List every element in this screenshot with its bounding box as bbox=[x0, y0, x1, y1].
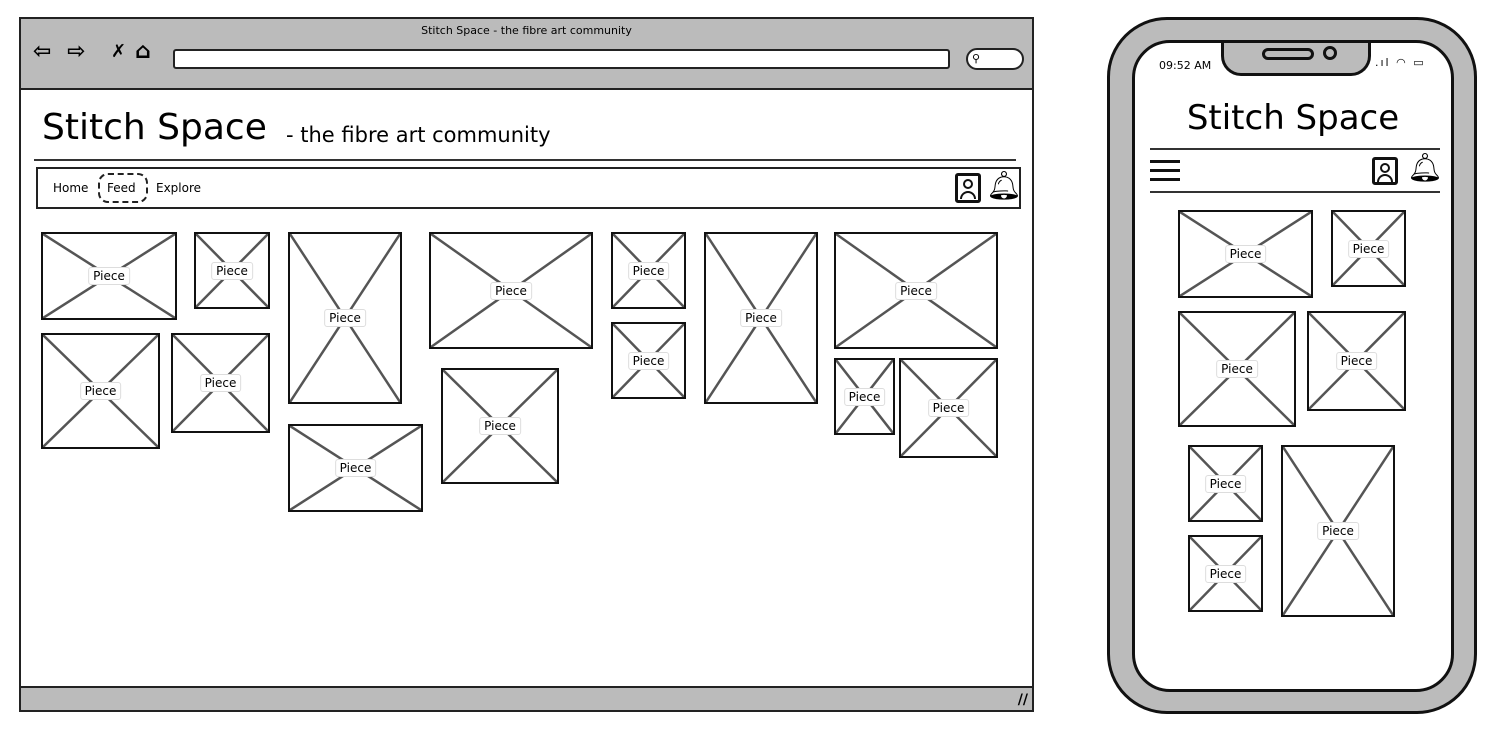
tile-label: Piece bbox=[199, 374, 242, 392]
tile-label: Piece bbox=[843, 387, 886, 406]
bell-icon[interactable]: 🔔︎ bbox=[986, 169, 1022, 203]
tile-label: Piece bbox=[1347, 239, 1390, 258]
tile-label: Piece bbox=[1317, 522, 1359, 540]
image-placeholder[interactable]: Piece bbox=[41, 333, 160, 449]
divider bbox=[1150, 191, 1440, 193]
camera-icon bbox=[1323, 46, 1337, 60]
tile-label: Piece bbox=[79, 382, 122, 400]
stop-icon[interactable]: ✗ bbox=[111, 41, 126, 63]
bell-icon[interactable]: 🔔︎ bbox=[1407, 151, 1443, 185]
mobile-title: Stitch Space bbox=[1186, 98, 1400, 138]
wifi-icon: ◠ bbox=[1396, 56, 1408, 69]
profile-icon[interactable] bbox=[955, 173, 981, 203]
status-icons: .ıl ◠ ▭ bbox=[1375, 56, 1426, 69]
image-placeholder[interactable]: Piece bbox=[441, 368, 559, 484]
tile-label: Piece bbox=[1204, 564, 1247, 583]
profile-icon[interactable] bbox=[1372, 157, 1398, 185]
status-bar: // bbox=[21, 686, 1032, 710]
image-placeholder[interactable]: Piece bbox=[1188, 535, 1263, 612]
signal-icon: .ıl bbox=[1375, 56, 1391, 69]
tile-label: Piece bbox=[627, 351, 670, 370]
search-button[interactable]: ⚲ bbox=[966, 48, 1024, 70]
forward-arrow-icon[interactable]: ⇨ bbox=[67, 41, 85, 63]
nav-bar: Home Feed Explore 🔔︎ bbox=[36, 167, 1022, 209]
battery-icon: ▭ bbox=[1413, 56, 1426, 69]
image-placeholder[interactable]: Piece bbox=[41, 232, 177, 320]
tile-label: Piece bbox=[334, 459, 377, 477]
tile-label: Piece bbox=[88, 267, 130, 285]
image-placeholder[interactable]: Piece bbox=[611, 322, 686, 399]
image-placeholder[interactable]: Piece bbox=[194, 232, 270, 309]
speaker-icon bbox=[1262, 48, 1314, 60]
image-placeholder[interactable]: Piece bbox=[611, 232, 686, 309]
image-placeholder[interactable]: Piece bbox=[899, 358, 998, 458]
home-icon[interactable]: ⌂ bbox=[135, 41, 151, 63]
tile-label: Piece bbox=[490, 281, 532, 300]
image-placeholder[interactable]: Piece bbox=[1178, 210, 1313, 298]
image-placeholder[interactable]: Piece bbox=[834, 232, 998, 349]
tile-label: Piece bbox=[1216, 360, 1258, 378]
nav-explore[interactable]: Explore bbox=[156, 181, 201, 195]
image-placeholder[interactable]: Piece bbox=[288, 232, 402, 404]
tile-label: Piece bbox=[211, 261, 253, 280]
window-title: Stitch Space - the fibre art community bbox=[421, 24, 632, 37]
image-placeholder[interactable]: Piece bbox=[704, 232, 818, 404]
image-placeholder[interactable]: Piece bbox=[171, 333, 270, 433]
tile-label: Piece bbox=[895, 281, 937, 300]
tile-label: Piece bbox=[1204, 474, 1247, 493]
tile-label: Piece bbox=[927, 399, 970, 417]
resize-grip-icon[interactable]: // bbox=[1018, 692, 1028, 708]
notch bbox=[1221, 43, 1371, 76]
image-placeholder[interactable]: Piece bbox=[1188, 445, 1263, 522]
page-subtitle: - the fibre art community bbox=[286, 123, 551, 147]
image-placeholder[interactable]: Piece bbox=[1281, 445, 1395, 617]
tile-label: Piece bbox=[627, 261, 670, 280]
tile-label: Piece bbox=[1224, 245, 1267, 263]
image-placeholder[interactable]: Piece bbox=[1331, 210, 1406, 287]
image-placeholder[interactable]: Piece bbox=[288, 424, 423, 512]
browser-chrome: Stitch Space - the fibre art community ⇦… bbox=[21, 19, 1032, 90]
menu-icon[interactable] bbox=[1150, 157, 1180, 181]
image-placeholder[interactable]: Piece bbox=[429, 232, 593, 349]
nav-feed[interactable]: Feed bbox=[107, 181, 136, 195]
tile-label: Piece bbox=[324, 309, 366, 327]
page-title: Stitch Space bbox=[42, 107, 267, 148]
search-icon: ⚲ bbox=[972, 52, 981, 65]
tile-label: Piece bbox=[479, 417, 521, 435]
image-placeholder[interactable]: Piece bbox=[834, 358, 895, 435]
tile-label: Piece bbox=[740, 309, 782, 327]
divider bbox=[34, 159, 1016, 161]
image-placeholder[interactable]: Piece bbox=[1307, 311, 1406, 411]
url-input[interactable] bbox=[173, 49, 950, 69]
nav-home[interactable]: Home bbox=[53, 181, 88, 195]
tile-label: Piece bbox=[1335, 352, 1378, 370]
divider bbox=[1150, 148, 1440, 150]
image-placeholder[interactable]: Piece bbox=[1178, 311, 1296, 427]
status-time: 09:52 AM bbox=[1159, 59, 1212, 72]
back-arrow-icon[interactable]: ⇦ bbox=[33, 41, 51, 63]
